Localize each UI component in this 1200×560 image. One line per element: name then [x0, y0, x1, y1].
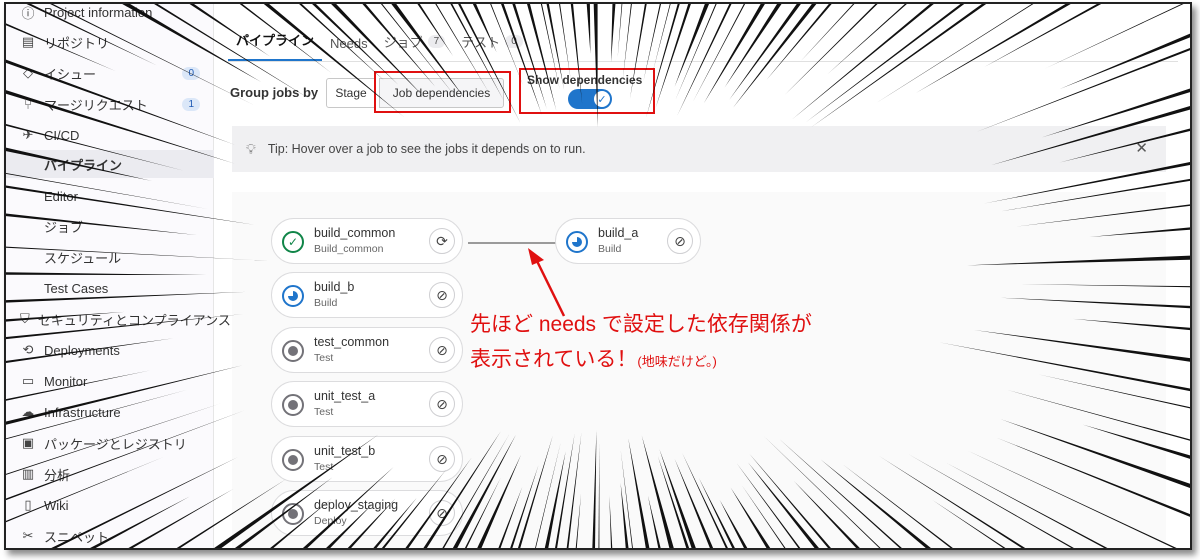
- tip-banner: 💡︎ Tip: Hover over a job to see the jobs…: [232, 126, 1166, 172]
- sidebar-item-schedules[interactable]: スケジュール: [6, 243, 214, 271]
- screenshot-frame: ⓘ Project information ▤ リポジトリ ◇ イシュー 0 ⑂…: [4, 2, 1192, 550]
- job-build-a[interactable]: build_a Build ⊘: [555, 218, 701, 264]
- status-created-icon: [282, 340, 304, 362]
- sidebar-item-editor[interactable]: Editor: [6, 182, 214, 210]
- sidebar-item-issues[interactable]: ◇ イシュー 0: [6, 59, 214, 87]
- shield-icon: ⛉: [20, 311, 30, 326]
- status-created-icon: [282, 503, 304, 525]
- highlight-box-job-dependencies: [374, 71, 511, 113]
- sidebar-item-project-information[interactable]: ⓘ Project information: [6, 4, 214, 26]
- sidebar-item-pipelines[interactable]: パイプライン: [6, 150, 214, 178]
- sidebar-item-repository[interactable]: ▤ リポジトリ: [6, 28, 214, 56]
- sidebar-item-test-cases[interactable]: Test Cases: [6, 274, 214, 302]
- sidebar-item-jobs[interactable]: ジョブ: [6, 212, 214, 240]
- job-unit-test-b[interactable]: unit_test_b Test ⊘: [271, 436, 463, 482]
- tests-count-badge: 0: [505, 35, 523, 48]
- cancel-icon[interactable]: ⊘: [667, 228, 693, 254]
- status-success-icon: ✓: [282, 231, 304, 253]
- info-icon: ⓘ: [21, 5, 35, 21]
- status-created-icon: [282, 449, 304, 471]
- lightbulb-icon: 💡︎: [246, 140, 256, 157]
- sidebar-item-security[interactable]: ⛉ セキュリティとコンプライアンス: [6, 305, 231, 333]
- status-created-icon: [282, 394, 304, 416]
- sidebar-item-monitor[interactable]: ▭ Monitor: [6, 367, 214, 395]
- chart-icon: ▥: [21, 466, 35, 481]
- job-unit-test-a[interactable]: unit_test_a Test ⊘: [271, 381, 463, 427]
- issues-icon: ◇: [23, 65, 33, 80]
- annotation-text-line2: 表示されている！(地味だけど。): [470, 348, 717, 371]
- jobs-count-badge: 7: [427, 35, 446, 48]
- job-test-common[interactable]: test_common Test ⊘: [271, 327, 463, 373]
- cloud-icon: ☁: [21, 404, 35, 419]
- dependency-line: [468, 242, 560, 244]
- snippet-icon: ✂: [22, 528, 34, 543]
- sidebar-item-deployments[interactable]: ⟲ Deployments: [6, 336, 214, 364]
- job-deploy-staging[interactable]: deploy_staging Deploy ⊘: [271, 490, 463, 536]
- tab-tests[interactable]: テスト 0: [453, 32, 531, 61]
- rocket-icon: ✈: [22, 127, 34, 142]
- highlight-box-show-dependencies: [519, 68, 655, 114]
- cancel-icon[interactable]: ⊘: [429, 337, 455, 363]
- cancel-icon[interactable]: ⊘: [429, 282, 455, 308]
- deployments-icon: ⟲: [22, 342, 34, 357]
- cancel-icon[interactable]: ⊘: [429, 391, 455, 417]
- tab-needs[interactable]: Needs: [322, 36, 376, 61]
- group-jobs-label: Group jobs by: [230, 85, 319, 100]
- merge-request-icon: ⑂: [24, 96, 32, 112]
- repository-icon: ▤: [21, 34, 35, 49]
- sidebar-item-snippets[interactable]: ✂ スニペット: [6, 522, 214, 548]
- sidebar: ⓘ Project information ▤ リポジトリ ◇ イシュー 0 ⑂…: [6, 4, 231, 548]
- tip-text: Tip: Hover over a job to see the jobs it…: [267, 142, 586, 156]
- tab-pipeline[interactable]: パイプライン: [228, 30, 323, 61]
- status-running-icon: [566, 231, 588, 253]
- sidebar-item-cicd[interactable]: ✈ CI/CD: [6, 121, 214, 149]
- sidebar-item-infrastructure[interactable]: ☁ Infrastructure: [6, 398, 214, 426]
- monitor-icon: ▭: [21, 373, 35, 388]
- status-running-icon: [282, 285, 304, 307]
- issues-count-badge: 0: [182, 66, 200, 80]
- sidebar-item-packages[interactable]: ▣ パッケージとレジストリ: [6, 429, 214, 457]
- job-build-b[interactable]: build_b Build ⊘: [271, 272, 463, 318]
- annotation-text-line1: 先ほど needs で設定した依存関係が: [470, 313, 812, 336]
- close-icon[interactable]: ✕: [1135, 139, 1148, 157]
- retry-icon[interactable]: ⟳: [429, 228, 455, 254]
- book-icon: ▯: [24, 497, 32, 512]
- job-build-common[interactable]: ✓ build_common Build_common ⟳: [271, 218, 463, 264]
- sidebar-item-wiki[interactable]: ▯ Wiki: [6, 491, 214, 519]
- cancel-icon[interactable]: ⊘: [429, 446, 455, 472]
- merge-requests-count-badge: 1: [182, 97, 200, 111]
- package-icon: ▣: [21, 435, 35, 450]
- group-by-stage-button[interactable]: Stage: [326, 78, 376, 108]
- tab-jobs[interactable]: ジョブ 7: [376, 32, 454, 61]
- sidebar-item-merge-requests[interactable]: ⑂ マージリクエスト 1: [6, 90, 214, 118]
- pipeline-tabs: パイプライン Needs ジョブ 7 テスト 0: [228, 22, 1178, 62]
- sidebar-item-analytics[interactable]: ▥ 分析: [6, 460, 214, 488]
- cancel-icon[interactable]: ⊘: [429, 500, 455, 526]
